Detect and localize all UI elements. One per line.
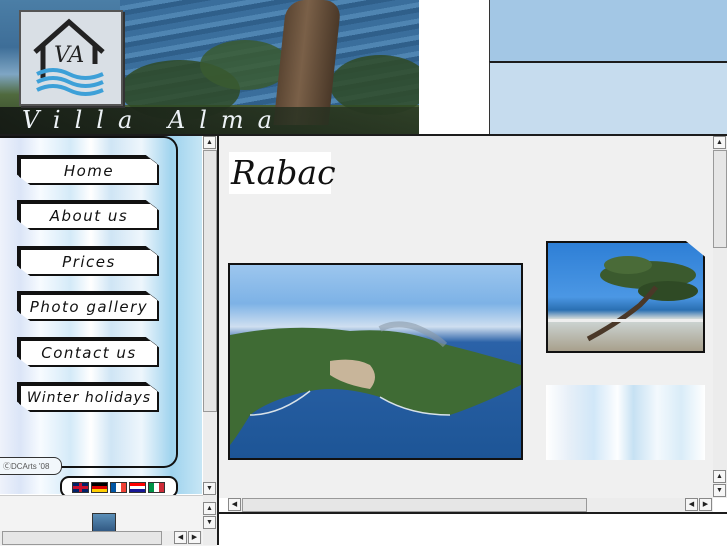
german-flag-icon[interactable]: [91, 482, 108, 493]
top-right-panel: [489, 0, 727, 61]
scroll-down-arrow-icon[interactable]: ▼: [203, 482, 216, 495]
nav-vertical-scrollbar[interactable]: ▲ ▼: [203, 136, 217, 495]
scroll-thumb[interactable]: [713, 150, 727, 248]
french-flag-icon[interactable]: [110, 482, 127, 493]
foliage: [330, 55, 419, 115]
site-title: Villa Alma: [22, 106, 286, 134]
main-horizontal-scrollbar[interactable]: ◀ ◀ ▶: [228, 498, 713, 512]
scroll-down-arrow-icon[interactable]: ▼: [713, 484, 726, 497]
logo-monogram: VA: [54, 43, 84, 68]
foliage: [200, 40, 290, 90]
scroll-left-arrow-icon[interactable]: ◀: [685, 498, 698, 511]
scroll-left-arrow-icon[interactable]: ◀: [174, 531, 187, 544]
house-waves-logo-icon: VA: [33, 18, 105, 96]
nav-about-button[interactable]: About us: [19, 202, 159, 230]
bottom-left-horizontal-scrollbar[interactable]: ◀ ▶: [0, 531, 202, 545]
top-right-panel-lower: [489, 61, 727, 137]
bottom-left-vertical-scrollbar[interactable]: ▲ ▼: [203, 495, 217, 545]
nav-prices-button[interactable]: Prices: [19, 248, 159, 276]
bottom-frame: [219, 512, 727, 547]
scroll-up-arrow-icon[interactable]: ▲: [713, 470, 726, 483]
scroll-up-arrow-icon[interactable]: ▲: [203, 136, 216, 149]
villa-logo[interactable]: VA: [19, 10, 123, 106]
scroll-up-arrow-icon[interactable]: ▲: [713, 136, 726, 149]
scroll-down-arrow-icon[interactable]: ▼: [203, 516, 216, 529]
nav-winter-holidays-button[interactable]: Winter holidays: [19, 384, 159, 412]
mini-thumbnail: [92, 513, 116, 533]
scroll-up-arrow-icon[interactable]: ▲: [203, 502, 216, 515]
scroll-thumb[interactable]: [2, 531, 162, 545]
main-vertical-scrollbar[interactable]: ▲ ▲ ▼: [713, 136, 727, 498]
nav-contact-button[interactable]: Contact us: [19, 339, 159, 367]
aerial-photo-rabac[interactable]: [228, 263, 523, 460]
pine-tree-photo[interactable]: [546, 241, 705, 353]
english-flag-icon[interactable]: [72, 482, 89, 493]
copyright-notice: ⒸDCArts '08: [0, 457, 62, 475]
croatian-flag-icon[interactable]: [129, 482, 146, 493]
scroll-right-arrow-icon[interactable]: ▶: [699, 498, 712, 511]
scroll-left-arrow-icon[interactable]: ◀: [228, 498, 241, 511]
scroll-thumb[interactable]: [203, 150, 217, 412]
decorative-glow-panel: [546, 385, 705, 460]
italian-flag-icon[interactable]: [148, 482, 165, 493]
aerial-photo-image: [230, 321, 521, 445]
scroll-thumb[interactable]: [242, 498, 587, 512]
nav-photo-gallery-button[interactable]: Photo gallery: [19, 293, 159, 321]
scroll-right-arrow-icon[interactable]: ▶: [188, 531, 201, 544]
pine-tree-image: [548, 256, 703, 342]
nav-home-button[interactable]: Home: [19, 157, 159, 185]
page-title: Rabac: [229, 152, 336, 194]
